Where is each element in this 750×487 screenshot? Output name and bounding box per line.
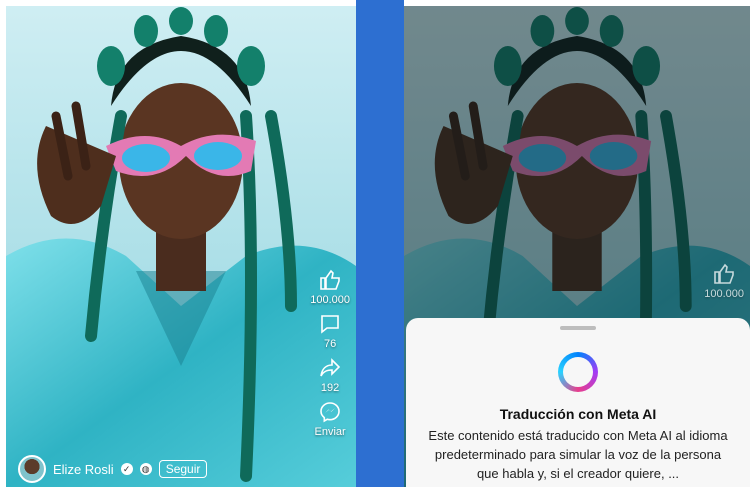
like-count: 100.000: [310, 294, 350, 306]
like-button[interactable]: 100.000: [310, 268, 350, 306]
portrait-image: [6, 6, 356, 487]
avatar[interactable]: [18, 455, 46, 483]
divider-bar: [356, 0, 404, 487]
share-icon: [320, 358, 341, 377]
thumbs-up-icon: [320, 269, 340, 290]
comment-button[interactable]: 76: [318, 312, 342, 350]
reel-original: 100.000 76 192 Enviar Elize Rosli ✓ ◍ Se…: [6, 6, 356, 487]
creator-name[interactable]: Elize Rosli: [53, 462, 114, 477]
globe-icon: ◍: [139, 463, 152, 475]
reel-actions: 100.000 76 192 Enviar: [310, 268, 350, 438]
reel-photo: [6, 6, 356, 487]
like-count: 100.000: [704, 288, 744, 300]
sheet-drag-handle[interactable]: [560, 326, 596, 330]
meta-ai-translation-sheet: Traducción con Meta AI Este contenido es…: [406, 318, 750, 487]
sheet-title: Traducción con Meta AI: [499, 406, 657, 422]
send-button[interactable]: Enviar: [315, 400, 346, 438]
send-label: Enviar: [314, 426, 346, 438]
comment-count: 76: [323, 338, 337, 350]
thumbs-up-icon: [714, 263, 734, 284]
share-button[interactable]: 192: [318, 356, 342, 394]
share-count: 192: [320, 382, 340, 394]
like-button[interactable]: 100.000: [704, 262, 744, 300]
sheet-description: Este contenido está traducido con Meta A…: [428, 428, 728, 481]
reel-actions: 100.000: [704, 262, 744, 300]
verified-icon: ✓: [120, 463, 133, 475]
reel-with-translation-sheet: 100.000 Traducción con Meta AI Este cont…: [404, 6, 750, 487]
creator-row: Elize Rosli ✓ ◍ Seguir: [18, 455, 208, 483]
comment-icon: [321, 315, 339, 334]
follow-button[interactable]: Seguir: [158, 460, 208, 478]
messenger-icon: [320, 402, 340, 423]
meta-ai-icon: [558, 352, 598, 392]
